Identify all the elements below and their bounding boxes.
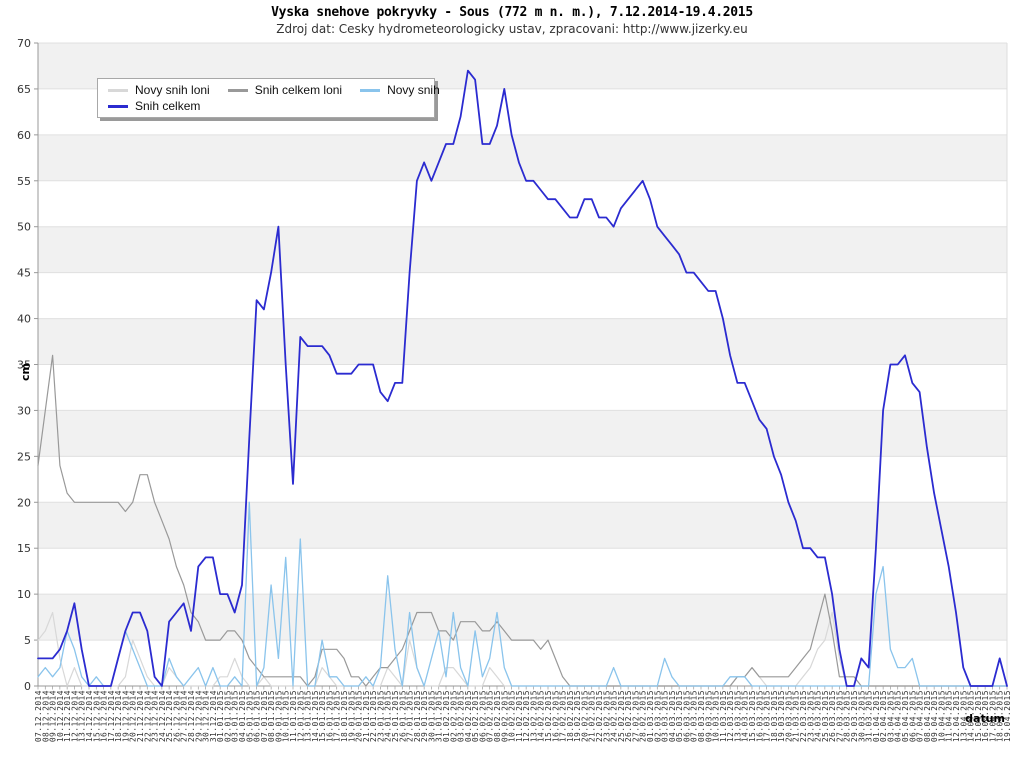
- y-tick-label: 0: [24, 680, 31, 693]
- y-tick-label: 15: [17, 542, 31, 555]
- y-tick-label: 70: [17, 37, 31, 50]
- y-tick-label: 30: [17, 404, 31, 417]
- chart-legend: Novy snih loni Snih celkem loni Novy sni…: [97, 78, 435, 118]
- y-axis-unit-label: cm: [19, 363, 32, 381]
- novy-snih-loni-swatch: [108, 89, 128, 92]
- background-band: [38, 227, 1007, 273]
- legend-item-snih-celkem-loni: Snih celkem loni: [228, 83, 342, 97]
- background-band: [38, 410, 1007, 456]
- novy-snih-swatch: [360, 89, 380, 92]
- y-tick-label: 60: [17, 129, 31, 142]
- legend-row-1: Novy snih loni Snih celkem loni Novy sni…: [108, 82, 434, 98]
- legend-item-novy-snih: Novy snih: [360, 83, 440, 97]
- legend-label: Novy snih: [387, 83, 440, 97]
- x-axis-title: datum: [965, 712, 1005, 725]
- background-band: [38, 502, 1007, 548]
- y-tick-label: 65: [17, 83, 31, 96]
- y-tick-label: 45: [17, 267, 31, 280]
- legend-label: Snih celkem loni: [255, 83, 342, 97]
- y-tick-label: 40: [17, 313, 31, 326]
- y-tick-label: 20: [17, 496, 31, 509]
- legend-row-2: Snih celkem: [108, 98, 434, 114]
- y-tick-label: 50: [17, 221, 31, 234]
- y-tick-label: 10: [17, 588, 31, 601]
- background-band: [38, 319, 1007, 365]
- background-band: [38, 594, 1007, 640]
- legend-label: Novy snih loni: [135, 83, 210, 97]
- legend-item-snih-celkem: Snih celkem: [108, 99, 200, 113]
- legend-item-novy-snih-loni: Novy snih loni: [108, 83, 210, 97]
- y-tick-label: 5: [24, 634, 31, 647]
- snih-celkem-swatch: [108, 105, 128, 108]
- snih-celkem-loni-swatch: [228, 89, 248, 92]
- y-tick-label: 55: [17, 175, 31, 188]
- y-tick-label: 25: [17, 450, 31, 463]
- legend-label: Snih celkem: [135, 99, 200, 113]
